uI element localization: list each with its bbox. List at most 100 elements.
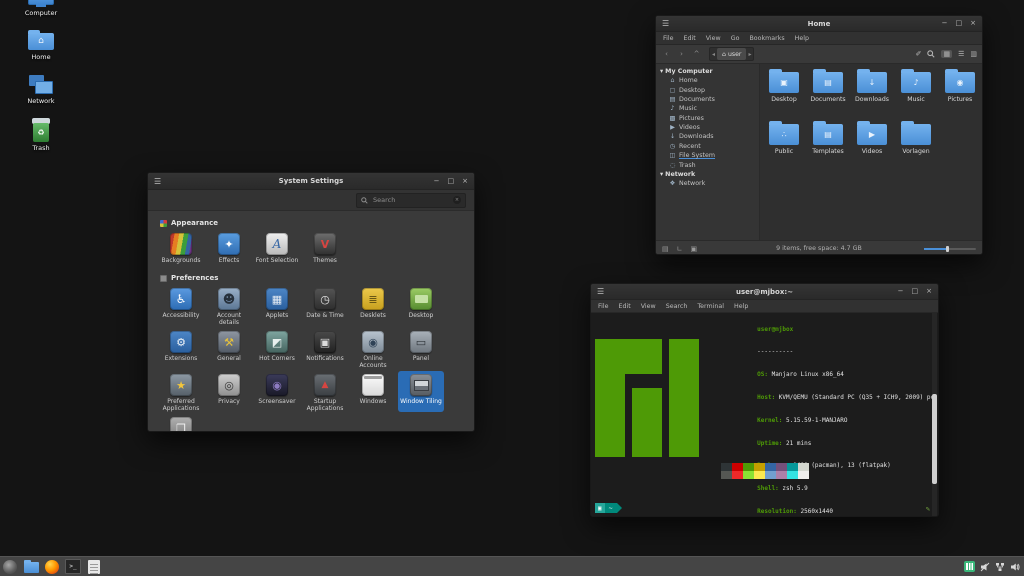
statusbar-toggle-icon[interactable]: ∟ [677, 245, 683, 253]
settings-tile[interactable]: Privacy [206, 371, 252, 412]
volume-icon[interactable] [1010, 562, 1020, 572]
close-button[interactable]: × [926, 284, 932, 299]
settings-tile[interactable]: Screensaver [254, 371, 300, 412]
settings-tile[interactable]: Backgrounds [158, 230, 204, 270]
zoom-slider-handle[interactable] [946, 246, 949, 252]
scrollbar-thumb[interactable] [932, 394, 937, 483]
settings-tile[interactable]: Desktop [398, 285, 444, 326]
menu-item[interactable]: Edit [684, 35, 696, 42]
sidebar-place[interactable]: ⌂ Home [656, 76, 759, 85]
settings-tile[interactable]: Window Tiling [398, 371, 444, 412]
close-button[interactable]: × [462, 174, 468, 189]
manjaro-update-tray-icon[interactable] [964, 561, 975, 572]
edit-location-icon[interactable]: ✐ [916, 50, 922, 58]
list-view-icon[interactable]: ☰ [958, 50, 964, 58]
sidebar-section-computer[interactable]: ▾ My Computer [656, 67, 759, 76]
sidebar-place[interactable]: ▩ Pictures [656, 114, 759, 123]
desktop-icon[interactable]: Home [16, 30, 66, 61]
settings-titlebar[interactable]: ☰ System Settings − □ × [148, 173, 474, 190]
file-item[interactable]: ↓ Downloads [850, 72, 894, 103]
settings-tile[interactable]: Startup Applications [302, 371, 348, 412]
settings-tile[interactable]: Effects [206, 230, 252, 270]
menu-item[interactable]: View [641, 303, 656, 310]
settings-tile[interactable]: Windows [350, 371, 396, 412]
firefox-launcher-button[interactable] [44, 559, 60, 575]
compact-view-icon[interactable]: ▥ [970, 50, 977, 58]
forward-icon[interactable]: › [676, 50, 687, 58]
sidebar-section-network[interactable]: ▾ Network [656, 170, 759, 179]
desktop-icon[interactable]: Trash [16, 118, 66, 152]
terminal-titlebar[interactable]: ☰ user@mjbox:~ − □ × [591, 284, 938, 300]
settings-tile[interactable]: General [206, 328, 252, 369]
crumb-left-icon[interactable]: ◂ [710, 51, 717, 58]
terminal-scrollbar[interactable] [932, 313, 937, 516]
back-icon[interactable]: ‹ [661, 50, 672, 58]
settings-tile[interactable]: Extensions [158, 328, 204, 369]
settings-tile[interactable]: Panel [398, 328, 444, 369]
terminal-content[interactable]: user@mjbox ---------- OS: Manjaro Linux … [591, 313, 938, 516]
menu-item[interactable]: Bookmarks [749, 35, 784, 42]
sidebar-place[interactable]: ◌ Trash [656, 160, 759, 169]
settings-tile[interactable]: Font Selection [254, 230, 300, 270]
clear-search-icon[interactable]: × [453, 196, 461, 204]
up-icon[interactable]: ^ [691, 50, 702, 58]
file-item[interactable]: ▤ Templates [806, 124, 850, 155]
file-item[interactable]: Vorlagen [894, 124, 938, 155]
maximize-button[interactable]: □ [448, 174, 455, 189]
settings-tile[interactable]: Account details [206, 285, 252, 326]
menu-item[interactable]: Edit [619, 303, 631, 310]
menu-item[interactable]: File [598, 303, 609, 310]
breadcrumb-user-segment[interactable]: ⌂ user [717, 48, 746, 60]
fm-titlebar[interactable]: ☰ Home − □ × [656, 16, 982, 32]
minimize-button[interactable]: − [434, 174, 440, 189]
sidebar-place[interactable]: ◫ File System [656, 151, 759, 160]
search-icon[interactable] [927, 50, 935, 58]
settings-tile[interactable]: Themes [302, 230, 348, 270]
settings-tile[interactable]: Accessibility [158, 285, 204, 326]
minimize-button[interactable]: − [898, 284, 904, 299]
grid-view-icon[interactable]: ▦ [941, 50, 952, 58]
sidebar-place[interactable]: ▶ Videos [656, 123, 759, 132]
settings-tile[interactable]: Applets [254, 285, 300, 326]
file-manager-launcher-button[interactable] [23, 559, 39, 575]
settings-tile[interactable]: Date & Time [302, 285, 348, 326]
minimize-button[interactable]: − [942, 16, 948, 31]
sidebar-place[interactable]: ▢ Desktop [656, 85, 759, 94]
maximize-button[interactable]: □ [912, 284, 919, 299]
file-item[interactable]: ◉ Pictures [938, 72, 982, 103]
search-input[interactable] [371, 195, 445, 205]
settings-tile[interactable]: Workspaces [158, 414, 204, 432]
menu-item[interactable]: Help [795, 35, 809, 42]
hamburger-menu-icon[interactable]: ☰ [597, 287, 604, 296]
menu-item[interactable]: Help [734, 303, 748, 310]
file-item[interactable]: ▤ Documents [806, 72, 850, 103]
text-editor-launcher-button[interactable] [86, 559, 102, 575]
menu-item[interactable]: File [663, 35, 674, 42]
menu-item[interactable]: Search [666, 303, 688, 310]
crumb-right-icon[interactable]: ▸ [746, 51, 753, 58]
terminal-launcher-button[interactable]: >_ [65, 559, 81, 575]
file-item[interactable]: ▶ Videos [850, 124, 894, 155]
sidebar-place[interactable]: ♪ Music [656, 104, 759, 113]
close-button[interactable]: × [970, 16, 976, 31]
file-item[interactable]: ∴ Public [762, 124, 806, 155]
menu-launcher-button[interactable] [2, 559, 18, 575]
hamburger-menu-icon[interactable]: ☰ [662, 19, 669, 28]
statusbar-toggle-icon[interactable]: ▣ [691, 245, 698, 253]
zoom-slider[interactable] [924, 248, 976, 250]
menu-item[interactable]: Go [731, 35, 740, 42]
maximize-button[interactable]: □ [956, 16, 963, 31]
search-box[interactable]: × [356, 193, 466, 208]
sidebar-place[interactable]: ❖ Network [656, 179, 759, 188]
desktop-icon[interactable]: Computer [16, 0, 66, 17]
sidebar-place[interactable]: ◷ Recent [656, 142, 759, 151]
settings-tile[interactable]: Online Accounts [350, 328, 396, 369]
network-workgroup-icon[interactable] [995, 562, 1005, 572]
settings-tile[interactable]: Hot Corners [254, 328, 300, 369]
file-item[interactable]: ▣ Desktop [762, 72, 806, 103]
settings-tile[interactable]: Preferred Applications [158, 371, 204, 412]
desktop-icon[interactable]: Network [16, 74, 66, 105]
sidebar-place[interactable]: ▤ Documents [656, 95, 759, 104]
speaker-muted-icon[interactable] [980, 562, 990, 572]
menu-item[interactable]: Terminal [697, 303, 724, 310]
